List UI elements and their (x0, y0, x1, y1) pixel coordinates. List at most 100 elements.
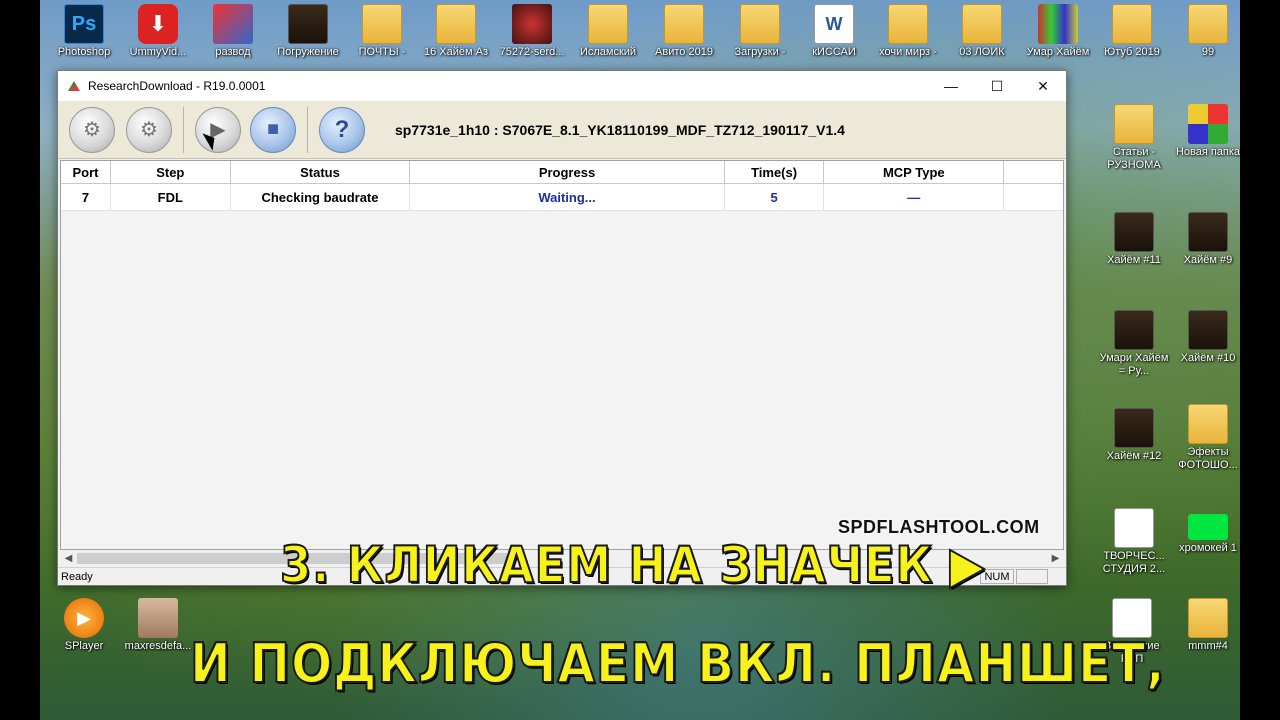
column-header-mcp-type[interactable]: MCP Type (824, 161, 1005, 183)
image-file-icon (512, 4, 552, 44)
image-file-icon (213, 4, 253, 44)
table-row[interactable]: 7 FDL Checking baudrate Waiting... 5 — (61, 184, 1063, 211)
desktop-icon-avito[interactable]: Авито 2019 (648, 4, 720, 59)
desktop-icon-photoshop[interactable]: Ps Photoshop (48, 4, 120, 59)
letterbox-right (1240, 0, 1280, 720)
desktop-icon-16-khayyam[interactable]: 16 Хайём Аз (420, 4, 492, 59)
folder-icon (664, 4, 704, 44)
desktop-icon-kissai[interactable]: W кИССАИ (798, 4, 870, 59)
question-mark-icon: ? (334, 115, 350, 143)
desktop-icon-mmm4[interactable]: mmm#4 (1172, 598, 1240, 653)
downloads-folder-icon (740, 4, 780, 44)
title-bar[interactable]: ResearchDownload - R19.0.0001 — ☐ ✕ (58, 71, 1066, 101)
word-document-icon: W (814, 4, 854, 44)
load-packet-button[interactable]: ⚙ (69, 106, 115, 153)
desktop-icon-ummyvideo[interactable]: ⬇ UmmyVid... (122, 4, 194, 59)
desktop-icon-khayyam-11[interactable]: Хайём #11 (1098, 212, 1170, 267)
column-header-status[interactable]: Status (231, 161, 411, 183)
folder-icon (1188, 4, 1228, 44)
settings-button[interactable]: ⚙ (126, 106, 172, 153)
watermark-text: SPDFLASHTOOL.COM (838, 517, 1040, 537)
cell-step: FDL (111, 184, 231, 210)
video-file-icon (1188, 310, 1228, 350)
desktop-icon-downloads[interactable]: Загрузки - (724, 4, 796, 59)
toolbar-separator (307, 106, 308, 153)
video-file-icon (1188, 212, 1228, 252)
help-button[interactable]: ? (319, 106, 365, 153)
stop-download-button[interactable]: ■ (250, 106, 296, 153)
video-file-icon (1114, 408, 1154, 448)
table-header: Port Step Status Progress Time(s) MCP Ty… (61, 161, 1063, 184)
cell-filler (1004, 184, 1063, 210)
folder-icon (1188, 404, 1228, 444)
desktop-icon-umari-khayyam[interactable]: Умари Хайём = Ру... (1098, 310, 1170, 378)
scroll-right-icon[interactable]: ▶ (1047, 550, 1064, 567)
cell-port: 7 (61, 184, 111, 210)
cell-mcp-type: — (824, 184, 1005, 210)
research-download-window[interactable]: ResearchDownload - R19.0.0001 — ☐ ✕ ⚙ ⚙ … (57, 70, 1067, 586)
folder-icon (436, 4, 476, 44)
desktop-icon-razvod[interactable]: развод (197, 4, 269, 59)
desktop-icon-khayyam-9[interactable]: Хайём #9 (1172, 212, 1240, 267)
folder-icon (588, 4, 628, 44)
desktop-icon-maxresdefault[interactable]: maxresdefa... (122, 598, 194, 653)
desktop-icon-khayyam-10[interactable]: Хайём #10 (1172, 310, 1240, 365)
desktop-icon-khromokey[interactable]: хромокей 1 (1172, 508, 1240, 555)
maximize-button[interactable]: ☐ (974, 71, 1020, 101)
desktop-icon-youtube-2019[interactable]: Ютуб 2019 (1096, 4, 1168, 59)
image-file-icon (1114, 508, 1154, 548)
close-button[interactable]: ✕ (1020, 71, 1066, 101)
download-arrow-icon: ⬇ (138, 4, 178, 44)
scroll-left-icon[interactable]: ◀ (60, 550, 77, 567)
status-indicator-empty (1016, 569, 1048, 584)
minimize-button[interactable]: — (928, 71, 974, 101)
cell-progress: Waiting... (410, 184, 725, 210)
firmware-file-name: sp7731e_1h10 : S7067E_8.1_YK18110199_MDF… (395, 121, 845, 138)
window-title: ResearchDownload - R19.0.0001 (88, 79, 266, 93)
video-file-icon (1114, 212, 1154, 252)
column-header-step[interactable]: Step (111, 161, 231, 183)
folder-icon (962, 4, 1002, 44)
image-file-icon (138, 598, 178, 638)
folder-icon (1112, 4, 1152, 44)
desktop-icon-splayer[interactable]: ▶ SPlayer (48, 598, 120, 653)
stop-icon: ■ (266, 118, 280, 140)
column-header-progress[interactable]: Progress (410, 161, 725, 183)
desktop-icon-new-folder[interactable]: Новая папка (1172, 104, 1240, 159)
column-header-port[interactable]: Port (61, 161, 111, 183)
cell-time: 5 (725, 184, 825, 210)
desktop-icon-khayyam-12[interactable]: Хайём #12 (1098, 408, 1170, 463)
desktop-icon-effekty[interactable]: Эфекты ФОТОШО... (1172, 404, 1240, 472)
app-package-icon (1188, 104, 1228, 144)
toolbar-separator (183, 106, 184, 153)
folder-icon (362, 4, 402, 44)
desktop-icon-pogruzhenie[interactable]: Погружение (272, 4, 344, 59)
caption-line-2: И ПОДКЛЮЧАЕМ ВКЛ. ПЛАНШЕТ, (189, 631, 1166, 696)
desktop-icon-stati[interactable]: Статьи - РУЗНОМА (1098, 104, 1170, 172)
desktop-icon-03-loik[interactable]: 03 ЛОИК (946, 4, 1018, 59)
green-image-icon (1188, 514, 1228, 540)
folder-icon (888, 4, 928, 44)
status-ready-text: Ready (61, 570, 93, 583)
caption-line-1: 3. КЛИКАЕМ НА ЗНАЧЕК ▶ (279, 535, 986, 595)
gear-icon: ⚙ (83, 119, 101, 141)
desktop-icon-pochty[interactable]: ПОЧТЫ - (346, 4, 418, 59)
desktop-icon-tvorcheskaya[interactable]: ТВОРЧЕС... СТУДИЯ 2... (1098, 508, 1170, 576)
desktop-icon-khochi-mirz[interactable]: хочи мирз - (872, 4, 944, 59)
desktop-icon-99[interactable]: 99 (1172, 4, 1240, 59)
column-header-filler (1004, 161, 1063, 183)
video-file-icon (1114, 310, 1154, 350)
letterbox-left (0, 0, 40, 720)
desktop-icon-75272[interactable]: 75272-serd... (496, 4, 568, 59)
play-icon: ▶ (64, 598, 104, 638)
window-controls: — ☐ ✕ (928, 71, 1066, 101)
video-file-icon (288, 4, 328, 44)
port-status-table: Port Step Status Progress Time(s) MCP Ty… (60, 160, 1064, 550)
video-file-icon (1038, 4, 1078, 44)
cell-status: Checking baudrate (231, 184, 411, 210)
desktop-icon-umar-khayyam[interactable]: Умар Хайём (1022, 4, 1094, 59)
desktop-icon-islamsky[interactable]: Исламский (572, 4, 644, 59)
folder-icon (1114, 104, 1154, 144)
gears-icon: ⚙ (140, 119, 158, 141)
column-header-time[interactable]: Time(s) (725, 161, 825, 183)
